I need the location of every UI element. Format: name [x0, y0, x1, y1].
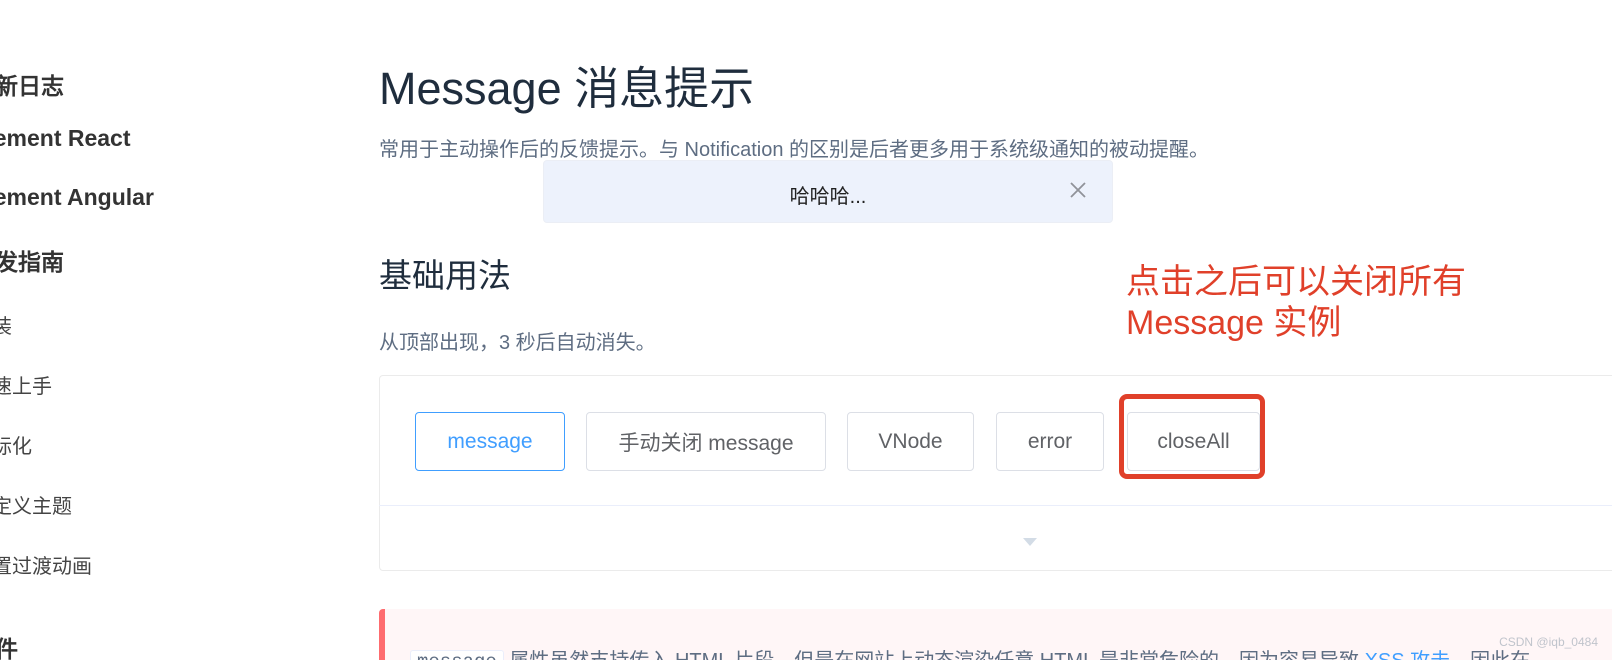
sidebar-group-components: 组件 [0, 636, 18, 660]
section-description: 从顶部出现，3 秒后自动消失。 [379, 332, 656, 354]
page-description: 常用于主动操作后的反馈提示。与 Notification 的区别是后者更多用于系… [379, 139, 1210, 161]
error-button[interactable]: error [996, 412, 1104, 471]
page-title: Message 消息提示 [379, 63, 755, 114]
annotation-highlight-box [1119, 394, 1265, 479]
annotation-line-2: Message 实例 [1126, 304, 1342, 342]
close-icon[interactable] [1067, 179, 1089, 201]
sidebar-item-installation[interactable]: 安装 [0, 310, 12, 339]
manual-close-message-button[interactable]: 手动关闭 message [586, 412, 826, 471]
sidebar-item-changelog[interactable]: 更新日志 [0, 67, 64, 101]
warning-code: message [410, 650, 504, 660]
sidebar-nav: 更新日志 Element React Element Angular 开发指南 … [0, 0, 340, 660]
annotation-line-1: 点击之后可以关闭所有 [1126, 263, 1466, 301]
message-toast: 哈哈哈... [543, 160, 1113, 223]
sidebar-item-element-angular[interactable]: Element Angular [0, 184, 154, 211]
vnode-button[interactable]: VNode [847, 412, 974, 471]
sidebar-item-custom-theme[interactable]: 自定义主题 [0, 490, 72, 519]
sidebar-item-transition[interactable]: 内置过渡动画 [0, 550, 92, 579]
message-toast-text: 哈哈哈... [789, 186, 867, 208]
section-title: 基础用法 [379, 257, 511, 294]
demo-block [379, 375, 1612, 571]
annotation-text: 点击之后可以关闭所有 Message 实例 [1126, 262, 1466, 344]
demo-divider [379, 505, 1612, 506]
warning-text-after: ，因此在 [1450, 650, 1530, 660]
warning-text: message 属性虽然支持传入 HTML 片段，但是在网站上动态渲染任意 HT… [410, 644, 1530, 660]
warning-text-before: 属性虽然支持传入 HTML 片段，但是在网站上动态渲染任意 HTML 是非常危险… [504, 650, 1365, 660]
sidebar-item-i18n[interactable]: 国际化 [0, 430, 32, 459]
sidebar-group-dev-guide: 开发指南 [0, 249, 64, 275]
xss-link[interactable]: XSS 攻击 [1365, 650, 1451, 660]
caret-down-icon[interactable] [1022, 534, 1038, 546]
message-button[interactable]: message [415, 412, 565, 471]
sidebar-item-quickstart[interactable]: 快速上手 [0, 370, 52, 399]
watermark: CSDN @iqb_0484 [1499, 635, 1598, 649]
sidebar-item-element-react[interactable]: Element React [0, 125, 131, 152]
